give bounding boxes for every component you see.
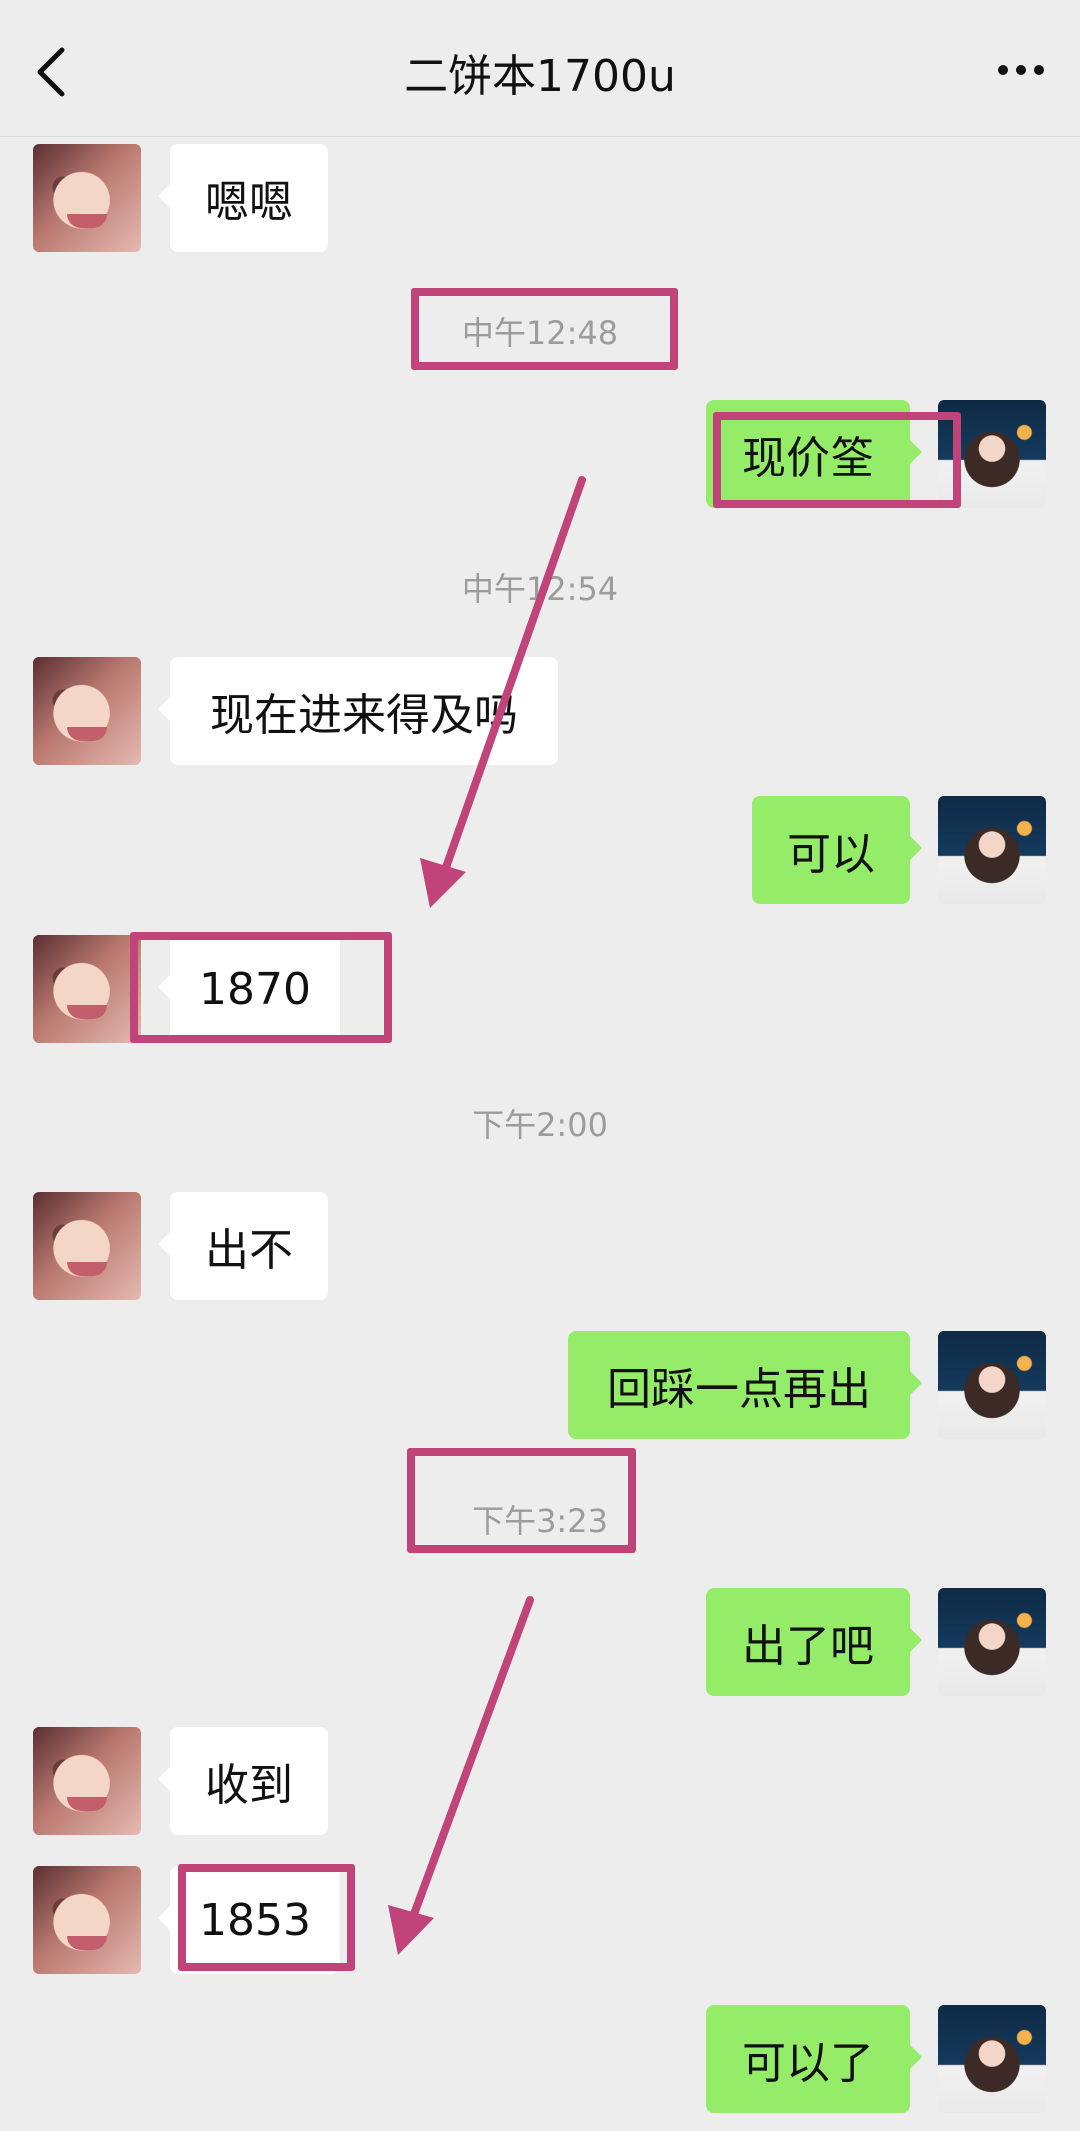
message-bubble[interactable]: 可以 <box>752 796 922 904</box>
highlight-box <box>407 1448 636 1553</box>
message-bubble[interactable]: 回踩一点再出 <box>568 1331 922 1439</box>
self-avatar[interactable] <box>938 1331 1046 1439</box>
highlight-box <box>411 288 678 370</box>
timestamp: 中午12:54 <box>461 570 619 608</box>
highlight-box <box>178 1864 355 1971</box>
highlight-box <box>713 412 961 508</box>
timestamp: 下午2:00 <box>472 1106 608 1144</box>
self-avatar[interactable] <box>938 796 1046 904</box>
contact-avatar[interactable] <box>33 935 141 1043</box>
chat-title: 二饼本1700u <box>404 51 676 102</box>
contact-avatar[interactable] <box>33 1727 141 1835</box>
message-bubble[interactable]: 出了吧 <box>706 1588 922 1696</box>
chat-header: 二饼本1700u <box>0 0 1080 137</box>
contact-avatar[interactable] <box>33 1866 141 1974</box>
message-bubble[interactable]: 可以了 <box>706 2005 922 2113</box>
more-horizontal-icon[interactable] <box>994 60 1050 84</box>
self-avatar[interactable] <box>938 1588 1046 1696</box>
contact-avatar[interactable] <box>33 1192 141 1300</box>
contact-avatar[interactable] <box>33 657 141 765</box>
self-avatar[interactable] <box>938 2005 1046 2113</box>
message-bubble[interactable]: 收到 <box>158 1727 328 1835</box>
arrow-head <box>388 858 466 1955</box>
contact-avatar[interactable] <box>33 144 141 252</box>
message-bubble[interactable]: 出不 <box>158 1192 328 1300</box>
highlight-box <box>130 932 392 1043</box>
message-bubble[interactable]: 现在进来得及吗 <box>158 657 558 765</box>
message-bubble[interactable]: 嗯嗯 <box>158 144 328 252</box>
